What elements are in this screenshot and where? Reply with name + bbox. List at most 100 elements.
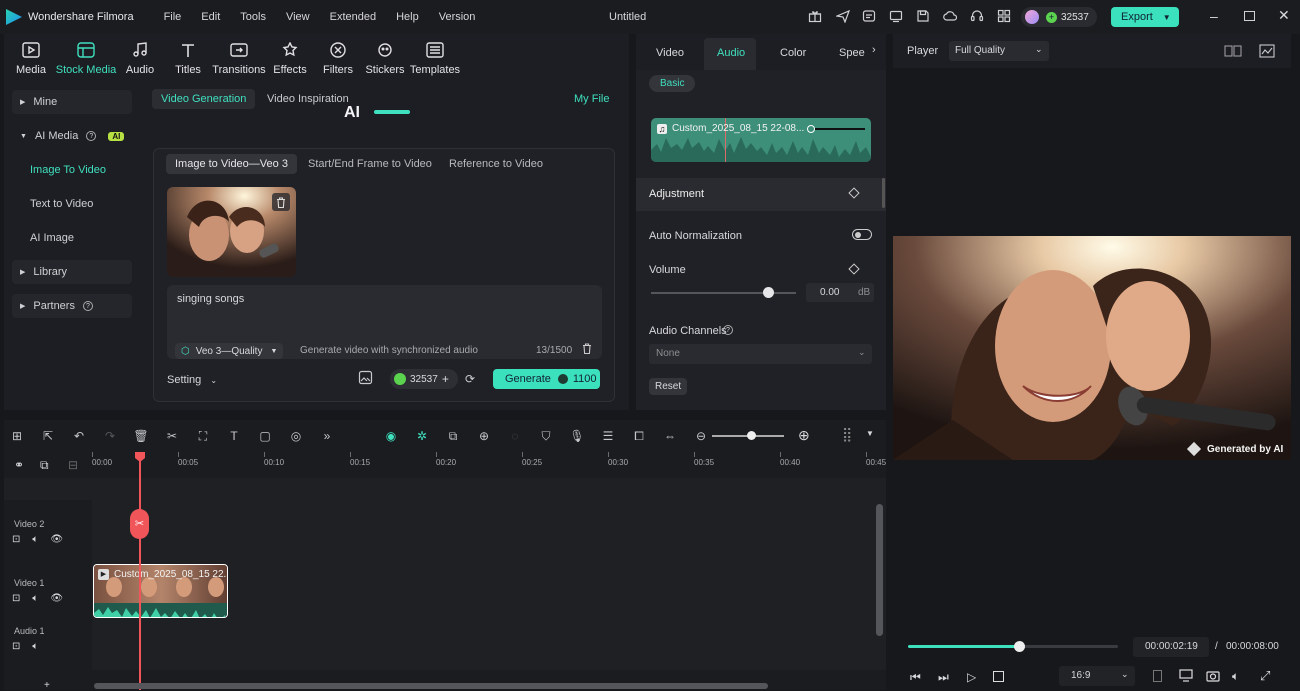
scene-detect-icon[interactable]: ⧉: [444, 427, 462, 445]
next-frame-icon[interactable]: ⏭: [938, 670, 949, 685]
sidebar-item-image-to-video[interactable]: Image To Video: [22, 158, 142, 182]
tab-media[interactable]: Media: [3, 40, 59, 76]
subtab-reference[interactable]: Reference to Video: [440, 154, 552, 174]
more-tools-icon[interactable]: »: [318, 427, 336, 445]
chevron-down-icon[interactable]: ▼: [1163, 13, 1171, 22]
volume-slider-thumb[interactable]: [763, 287, 774, 298]
sidebar-item-ai-media[interactable]: ▼ AI Media ? AI: [12, 124, 132, 148]
tab-stickers[interactable]: Stickers: [357, 40, 413, 76]
audio-mute-icon[interactable]: 🔈︎: [32, 641, 38, 652]
tab-audio[interactable]: Audio: [717, 47, 745, 59]
feedback-icon[interactable]: [862, 9, 876, 23]
playback-progress-track[interactable]: [908, 645, 1118, 648]
lock-icon[interactable]: ⊡: [12, 534, 20, 545]
display-icon[interactable]: [1179, 669, 1193, 682]
monitor-icon[interactable]: [889, 9, 903, 23]
tab-video-generation[interactable]: Video Generation: [152, 89, 256, 109]
clear-prompt-icon[interactable]: [582, 343, 592, 354]
refresh-icon[interactable]: ⟳: [465, 372, 475, 386]
sidebar-item-library[interactable]: ▶ Library: [12, 260, 132, 284]
support-headset-icon[interactable]: [970, 9, 984, 23]
cloud-icon[interactable]: [943, 9, 957, 23]
sidebar-item-partners[interactable]: ▶ Partners ?: [12, 294, 132, 318]
tab-video[interactable]: Video: [656, 47, 684, 59]
menu-tools[interactable]: Tools: [240, 11, 266, 23]
fullscreen-icon[interactable]: ⤢: [1260, 668, 1270, 684]
tab-stock-media[interactable]: Stock Media: [54, 40, 118, 76]
playhead-line[interactable]: [139, 456, 141, 690]
tab-transitions[interactable]: Transitions: [211, 40, 267, 76]
menu-extended[interactable]: Extended: [330, 11, 376, 23]
sidebar-item-text-to-video[interactable]: Text to Video: [22, 192, 142, 216]
generate-button[interactable]: Generate 1100: [493, 369, 600, 389]
help-icon[interactable]: ?: [723, 325, 733, 335]
previous-frame-icon[interactable]: ⏮: [910, 670, 921, 685]
setting-dropdown[interactable]: Setting ⌄: [167, 374, 217, 386]
sidebar-item-mine[interactable]: ▶ Mine: [12, 90, 132, 114]
image-settings-icon[interactable]: [358, 370, 374, 386]
video-preview[interactable]: Generated by AI: [893, 236, 1291, 460]
video-clip[interactable]: ▶ Custom_2025_08_15 22...: [93, 564, 228, 618]
delete-icon[interactable]: 🗑︎: [132, 427, 150, 445]
keyframe-diamond-icon[interactable]: [848, 263, 860, 275]
reference-image-thumbnail[interactable]: [167, 187, 296, 277]
tab-color[interactable]: Color: [780, 47, 806, 59]
play-icon[interactable]: ▷: [967, 670, 976, 684]
microphone-icon[interactable]: 🎙︎: [568, 427, 586, 445]
account-credits[interactable]: + 32537: [1021, 7, 1097, 27]
avatar[interactable]: [1025, 10, 1039, 24]
maximize-icon[interactable]: [1244, 11, 1255, 21]
menu-version[interactable]: Version: [439, 11, 476, 23]
snap-icon[interactable]: ⊟: [68, 458, 78, 472]
volume-slider-track[interactable]: [651, 292, 796, 294]
fit-timeline-icon[interactable]: ⇔: [661, 427, 679, 445]
minimize-icon[interactable]: –: [1210, 8, 1218, 24]
sidebar-item-ai-image[interactable]: AI Image: [22, 226, 142, 250]
track-video2[interactable]: [92, 500, 886, 560]
keyframe-diamond-icon[interactable]: [848, 187, 860, 199]
quality-select[interactable]: Full Quality ⌄: [949, 41, 1049, 61]
track-audio1[interactable]: [92, 620, 886, 670]
timeline-vertical-scrollbar[interactable]: [876, 504, 883, 636]
chevron-right-icon[interactable]: ›: [872, 44, 876, 56]
mark-in-icon[interactable]: [1153, 670, 1162, 682]
aspect-ratio-select[interactable]: 16:9 ⌄: [1059, 666, 1135, 686]
zoom-in-icon[interactable]: ⊕: [798, 427, 810, 444]
stop-icon[interactable]: [993, 671, 1004, 682]
playback-progress-thumb[interactable]: [1014, 641, 1026, 652]
export-button[interactable]: Export ▼: [1111, 7, 1179, 27]
audio-mute-icon[interactable]: 🔈︎: [32, 593, 38, 604]
audio-channels-select[interactable]: None ⌄: [649, 344, 872, 364]
my-file-link[interactable]: My File: [574, 93, 609, 105]
zoom-out-icon[interactable]: ⊖: [692, 427, 710, 445]
volume-value-field[interactable]: 0.00 dB: [806, 283, 874, 302]
zoom-slider-thumb[interactable]: [747, 431, 756, 440]
scopes-icon[interactable]: [1259, 44, 1275, 58]
add-track-icon[interactable]: ⧉: [40, 458, 49, 473]
ai-audio-icon[interactable]: ✲: [413, 427, 431, 445]
menu-file[interactable]: File: [164, 11, 182, 23]
shape-tool-icon[interactable]: ▢: [256, 427, 274, 445]
subtab-start-end-frame[interactable]: Start/End Frame to Video: [299, 154, 441, 174]
apps-grid-icon[interactable]: [997, 9, 1011, 23]
gift-icon[interactable]: [808, 9, 822, 23]
text-tool-icon[interactable]: T: [225, 427, 243, 445]
help-icon[interactable]: ?: [82, 301, 93, 311]
volume-icon[interactable]: 🔈︎: [1232, 669, 1239, 684]
tab-titles[interactable]: Titles: [160, 40, 216, 76]
cut-scissors-icon[interactable]: ✂: [163, 427, 181, 445]
tab-templates[interactable]: Templates: [406, 40, 464, 76]
volume-keyframe-handle[interactable]: [807, 125, 815, 133]
visibility-eye-icon[interactable]: 👁︎: [50, 593, 63, 604]
subtab-image-to-video[interactable]: Image to Video—Veo 3: [166, 154, 297, 174]
send-icon[interactable]: [836, 9, 850, 23]
current-time-field[interactable]: 00:00:02:19: [1133, 637, 1209, 657]
audio-clip-preview[interactable]: ♫ Custom_2025_08_15 22-08...: [651, 118, 871, 162]
add-icon[interactable]: +: [44, 680, 50, 691]
crop-icon[interactable]: ⛶: [194, 427, 212, 445]
prompt-text[interactable]: singing songs: [177, 293, 244, 305]
compare-view-icon[interactable]: [1224, 45, 1242, 57]
color-match-icon[interactable]: ◎: [287, 427, 305, 445]
split-scissors-icon[interactable]: ✂: [130, 509, 149, 539]
save-icon[interactable]: [916, 9, 930, 23]
